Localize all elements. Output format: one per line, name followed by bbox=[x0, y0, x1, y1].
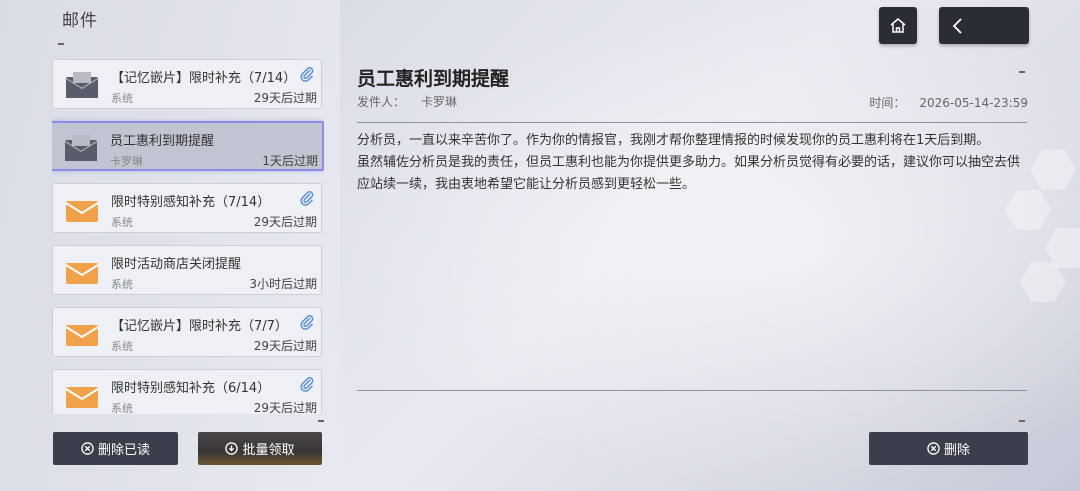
batch-claim-button[interactable]: 批量领取 bbox=[198, 432, 322, 465]
hex-decoration bbox=[1020, 262, 1066, 302]
sender-name: 卡罗琳 bbox=[421, 95, 458, 109]
mail-body-paragraph: 分析员，一直以来辛苦你了。作为你的情报官，我刚才帮你整理情报的时候发现你的员工惠… bbox=[357, 133, 990, 148]
paperclip-icon bbox=[300, 191, 314, 206]
mail-detail-time: 时间： 2026-05-14-23:59 bbox=[855, 94, 1028, 111]
mail-title: 【记忆嵌片】限时补充（7/14） bbox=[111, 71, 297, 86]
divider-mark bbox=[1019, 71, 1025, 73]
mail-expire: 29天后过期 bbox=[253, 339, 317, 353]
delete-read-label: 删除已读 bbox=[97, 443, 150, 458]
mail-title: 限时活动商店关闭提醒 bbox=[111, 257, 242, 272]
envelope-icon bbox=[65, 325, 99, 346]
circle-x-icon bbox=[81, 442, 94, 455]
time-value: 2026-05-14-23:59 bbox=[919, 96, 1028, 110]
envelope-icon bbox=[65, 263, 99, 284]
envelope-icon bbox=[65, 72, 99, 98]
delete-button[interactable]: 删除 bbox=[869, 432, 1028, 465]
mail-detail-title: 员工惠利到期提醒 bbox=[357, 68, 510, 90]
hex-decoration bbox=[1030, 150, 1076, 190]
mail-list[interactable]: 【记忆嵌片】限时补充（7/14） 系统 29天后过期 员工惠利到期提醒 卡罗琳 1天后过期… bbox=[52, 58, 324, 414]
hex-decoration bbox=[1005, 190, 1051, 230]
back-button[interactable] bbox=[939, 7, 1029, 44]
paperclip-icon bbox=[300, 67, 314, 82]
mail-list-item[interactable]: 限时特别感知补充（7/14） 系统 29天后过期 bbox=[52, 183, 322, 233]
mail-sender: 系统 bbox=[111, 92, 133, 105]
page-title: 邮件 bbox=[62, 11, 98, 31]
circle-x-icon bbox=[927, 442, 940, 455]
sender-label: 发件人： bbox=[357, 95, 406, 109]
delete-read-button[interactable]: 删除已读 bbox=[53, 432, 178, 465]
divider-mark bbox=[1019, 420, 1025, 422]
mail-sender: 系统 bbox=[111, 340, 133, 353]
paperclip-icon bbox=[300, 377, 314, 392]
envelope-icon bbox=[65, 201, 99, 222]
batch-claim-label: 批量领取 bbox=[242, 443, 295, 458]
envelope-icon bbox=[65, 387, 99, 408]
paperclip-icon bbox=[300, 315, 314, 330]
mail-expire: 1天后过期 bbox=[262, 154, 318, 168]
mail-sender: 系统 bbox=[111, 402, 133, 414]
mail-title: 【记忆嵌片】限时补充（7/7） bbox=[111, 319, 288, 334]
mail-sender: 卡罗琳 bbox=[110, 155, 143, 168]
divider-mark bbox=[318, 420, 324, 422]
mail-expire: 29天后过期 bbox=[253, 91, 317, 105]
mail-list-item[interactable]: 【记忆嵌片】限时补充（7/7） 系统 29天后过期 bbox=[52, 307, 322, 357]
mail-list-item[interactable]: 员工惠利到期提醒 卡罗琳 1天后过期 bbox=[52, 121, 324, 171]
mail-title: 员工惠利到期提醒 bbox=[110, 134, 215, 149]
mail-body: 分析员，一直以来辛苦你了。作为你的情报官，我刚才帮你整理情报的时候发现你的员工惠… bbox=[357, 130, 1027, 196]
mail-list-item[interactable]: 限时活动商店关闭提醒 系统 3小时后过期 bbox=[52, 245, 322, 295]
detail-top-rule bbox=[357, 122, 1027, 123]
mail-expire: 3小时后过期 bbox=[249, 277, 317, 291]
envelope-icon bbox=[64, 135, 98, 161]
home-button[interactable] bbox=[879, 7, 917, 44]
mail-expire: 29天后过期 bbox=[253, 401, 317, 414]
mail-sender: 系统 bbox=[111, 278, 133, 291]
divider-mark bbox=[58, 43, 64, 45]
detail-bottom-rule bbox=[357, 390, 1027, 391]
mail-title: 限时特别感知补充（7/14） bbox=[111, 195, 271, 210]
home-icon bbox=[890, 17, 906, 33]
mail-title: 限时特别感知补充（6/14） bbox=[111, 381, 271, 396]
mail-list-item[interactable]: 限时特别感知补充（6/14） 系统 29天后过期 bbox=[52, 369, 322, 414]
delete-label: 删除 bbox=[943, 443, 970, 458]
mail-expire: 29天后过期 bbox=[253, 215, 317, 229]
mail-detail-sender: 发件人： 卡罗琳 bbox=[357, 93, 473, 110]
mail-list-item[interactable]: 【记忆嵌片】限时补充（7/14） 系统 29天后过期 bbox=[52, 59, 322, 109]
mail-sender: 系统 bbox=[111, 216, 133, 229]
mail-body-paragraph: 虽然辅佐分析员是我的责任，但员工惠利也能为你提供更多助力。如果分析员觉得有必要的… bbox=[357, 155, 1021, 192]
circle-download-icon bbox=[225, 442, 239, 455]
back-arrow-icon bbox=[952, 17, 962, 34]
time-label: 时间： bbox=[869, 96, 906, 110]
